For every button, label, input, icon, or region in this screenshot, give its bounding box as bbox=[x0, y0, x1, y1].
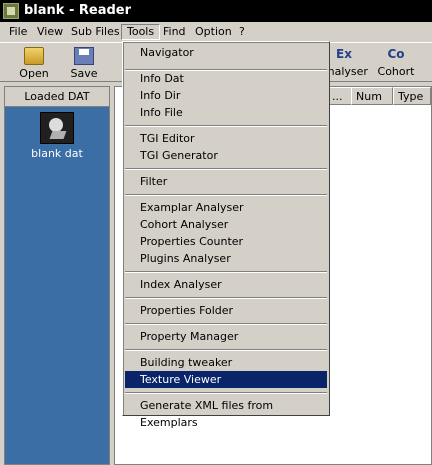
menu-item-cohort-analyser[interactable]: Cohort Analyser bbox=[125, 216, 327, 233]
menu-separator bbox=[125, 168, 327, 170]
menu-item-filter[interactable]: Filter bbox=[125, 173, 327, 190]
menu-item-tgi-editor[interactable]: TGI Editor bbox=[125, 130, 327, 147]
window-title: blank - Reader bbox=[24, 3, 132, 18]
menu-item-building-tweaker[interactable]: Building tweaker bbox=[125, 354, 327, 371]
menu-separator bbox=[125, 323, 327, 325]
menu-item-properties-counter[interactable]: Properties Counter bbox=[125, 233, 327, 250]
column-header-type[interactable]: Type bbox=[393, 87, 431, 105]
folder-open-icon bbox=[24, 47, 44, 65]
floppy-disk-icon bbox=[74, 47, 94, 65]
loaded-dat-panel: Loaded DAT blank dat bbox=[4, 86, 110, 465]
cohort-icon: Co bbox=[387, 47, 405, 61]
menu-separator bbox=[125, 125, 327, 127]
menu-sub-files[interactable]: Sub Files bbox=[66, 24, 125, 40]
loaded-dat-header: Loaded DAT bbox=[5, 87, 109, 107]
column-header-num[interactable]: Num bbox=[351, 87, 393, 105]
dat-file-label[interactable]: blank dat bbox=[5, 147, 109, 160]
menu-item-plugins-analyser[interactable]: Plugins Analyser bbox=[125, 250, 327, 267]
menu-item-info-file[interactable]: Info File bbox=[125, 104, 327, 121]
menu-item-info-dir[interactable]: Info Dir bbox=[125, 87, 327, 104]
menu-item-properties-folder[interactable]: Properties Folder bbox=[125, 302, 327, 319]
menu-separator bbox=[125, 271, 327, 273]
save-button[interactable]: Save bbox=[64, 45, 104, 81]
tools-dropdown-menu: Navigator Info Dat Info Dir Info File TG… bbox=[122, 41, 330, 429]
menu-separator bbox=[125, 392, 327, 394]
dat-file-icon[interactable] bbox=[40, 112, 74, 144]
cohort-button-label: Cohort bbox=[377, 65, 415, 78]
menu-file[interactable]: File bbox=[4, 24, 32, 40]
exemplar-icon: Ex bbox=[336, 47, 352, 61]
open-button-label: Open bbox=[19, 67, 49, 80]
menu-separator bbox=[125, 194, 327, 196]
cohort-button[interactable]: Co Cohort bbox=[374, 45, 418, 81]
menu-item-property-manager[interactable]: Property Manager bbox=[125, 328, 327, 345]
menu-option[interactable]: Option bbox=[190, 24, 237, 40]
menu-item-generate-xml[interactable]: Generate XML files from Exemplars bbox=[125, 397, 327, 429]
menu-tools[interactable]: Tools bbox=[121, 24, 161, 40]
menu-view[interactable]: View bbox=[32, 24, 68, 40]
menu-separator bbox=[125, 297, 327, 299]
menu-item-texture-viewer[interactable]: Texture Viewer bbox=[125, 371, 327, 388]
menu-item-info-dat[interactable]: Info Dat bbox=[125, 70, 327, 87]
title-bar: blank - Reader bbox=[0, 0, 432, 22]
menu-item-index-analyser[interactable]: Index Analyser bbox=[125, 276, 327, 293]
app-icon bbox=[3, 3, 19, 19]
menu-item-navigator[interactable]: Navigator bbox=[125, 44, 327, 61]
menu-separator bbox=[125, 349, 327, 351]
menu-help[interactable]: ? bbox=[234, 24, 250, 40]
menu-find[interactable]: Find bbox=[158, 24, 191, 40]
menu-item-tgi-generator[interactable]: TGI Generator bbox=[125, 147, 327, 164]
open-button[interactable]: Open bbox=[14, 45, 54, 81]
menu-item-examplar-analyser[interactable]: Examplar Analyser bbox=[125, 199, 327, 216]
menu-bar: File View Sub Files Tools Find Option ? bbox=[0, 22, 432, 42]
save-button-label: Save bbox=[70, 67, 98, 80]
